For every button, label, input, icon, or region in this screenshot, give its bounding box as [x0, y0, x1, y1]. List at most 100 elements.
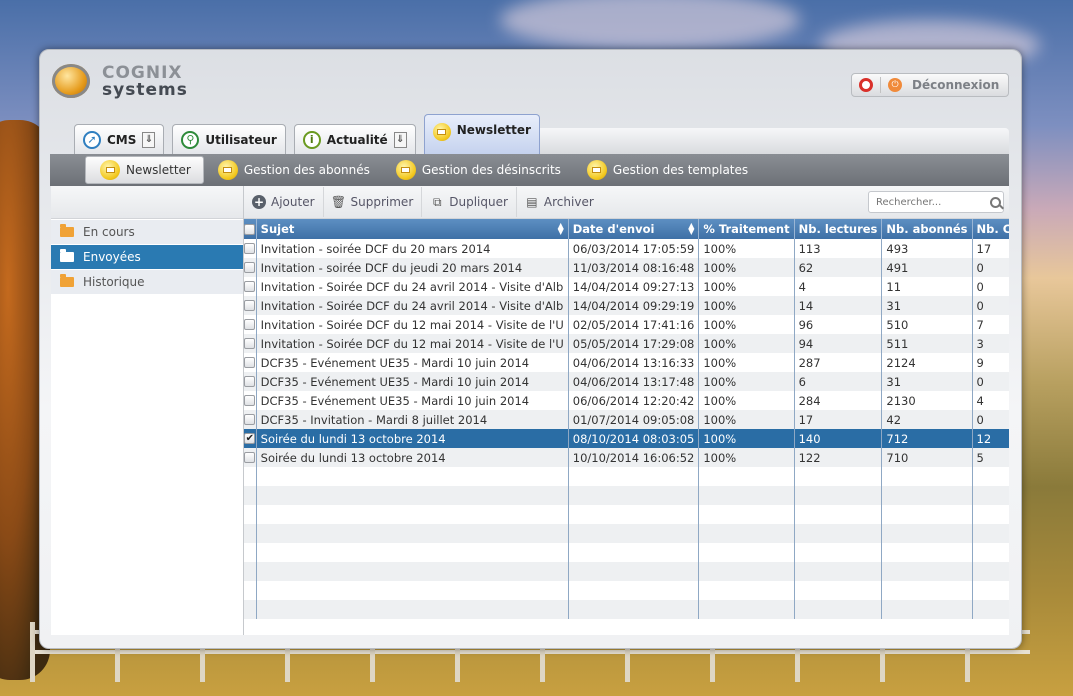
- empty-row: [244, 581, 1009, 600]
- table-cell: 510: [881, 315, 973, 334]
- row-checkbox[interactable]: ✔: [244, 433, 256, 444]
- row-checkbox-cell[interactable]: [244, 448, 257, 467]
- select-all-header[interactable]: [244, 219, 257, 239]
- empty-row: [244, 562, 1009, 581]
- column-header-traitement[interactable]: % Traitement: [698, 219, 795, 239]
- tab-label: Actualité: [326, 132, 388, 147]
- tab-actualite[interactable]: i Actualité ⇓: [293, 124, 416, 154]
- delete-button[interactable]: 🗑 Supprimer: [324, 187, 423, 217]
- select-all-checkbox[interactable]: [244, 223, 256, 235]
- row-checkbox-cell[interactable]: [244, 277, 257, 296]
- row-checkbox-cell[interactable]: [244, 372, 257, 391]
- row-checkbox[interactable]: [244, 376, 256, 387]
- search-input[interactable]: [874, 195, 988, 209]
- row-checkbox[interactable]: [244, 338, 256, 349]
- empty-row: [244, 467, 1009, 486]
- table-row[interactable]: Soirée du lundi 13 octobre 2014 10/10/201…: [244, 448, 1009, 467]
- row-checkbox[interactable]: [244, 300, 256, 311]
- row-checkbox[interactable]: [244, 281, 256, 292]
- row-checkbox[interactable]: [244, 395, 256, 406]
- tab-cms[interactable]: ➚ CMS ⇓: [74, 124, 165, 154]
- table-cell: Invitation - Soirée DCF du 12 mai 2014 -…: [256, 315, 569, 334]
- archive-button[interactable]: ▤ Archiver: [517, 187, 602, 217]
- row-checkbox[interactable]: [244, 243, 256, 254]
- row-checkbox-cell[interactable]: [244, 315, 257, 334]
- tab-label: Newsletter: [456, 123, 531, 137]
- table-cell: Soirée du lundi 13 octobre 2014: [256, 448, 569, 467]
- table-cell: 100%: [698, 372, 795, 391]
- duplicate-button[interactable]: ⧉ Dupliquer: [422, 187, 517, 217]
- table-body: Invitation - soirée DCF du 20 mars 2014 0…: [244, 239, 1009, 619]
- folder-icon: [60, 224, 74, 237]
- envelope-icon: [432, 123, 451, 141]
- tab-newsletter[interactable]: Newsletter: [423, 114, 540, 154]
- search-icon[interactable]: [990, 196, 1001, 208]
- table-cell: 100%: [698, 353, 795, 372]
- table-row[interactable]: DCF35 - Evénement UE35 - Mardi 10 juin 2…: [244, 372, 1009, 391]
- row-checkbox-cell[interactable]: [244, 391, 257, 410]
- folder-open-icon: [60, 249, 74, 262]
- column-header-abonnes[interactable]: Nb. abonnés: [881, 219, 973, 239]
- subnav-gestion-abonnes[interactable]: Gestion des abonnés: [204, 156, 382, 184]
- table-cell: 01/07/2014 09:05:08: [568, 410, 700, 429]
- column-header-clic[interactable]: Nb. Clic: [972, 219, 1009, 239]
- table-cell: Invitation - Soirée DCF du 24 avril 2014…: [256, 277, 569, 296]
- sidebar-item-en-cours[interactable]: En cours: [51, 220, 243, 244]
- row-checkbox[interactable]: [244, 452, 256, 463]
- table-cell: 710: [881, 448, 973, 467]
- table-cell: 94: [794, 334, 883, 353]
- column-header-sujet[interactable]: Sujet ▲ ▼: [256, 219, 569, 239]
- table-cell: Soirée du lundi 13 octobre 2014: [256, 429, 569, 448]
- row-checkbox[interactable]: [244, 357, 256, 368]
- column-header-date[interactable]: Date d'envoi ▲ ▼: [568, 219, 700, 239]
- add-button[interactable]: + Ajouter: [244, 187, 324, 217]
- table-cell: 31: [881, 296, 973, 315]
- subnav-gestion-templates[interactable]: Gestion des templates: [573, 156, 760, 184]
- table-cell: 08/10/2014 08:03:05: [568, 429, 700, 448]
- table-cell: 4: [972, 391, 1009, 410]
- table-cell: 31: [881, 372, 973, 391]
- table-cell: 284: [794, 391, 883, 410]
- row-checkbox-cell[interactable]: [244, 410, 257, 429]
- sidebar-item-envoyees[interactable]: Envoyées: [51, 245, 243, 269]
- download-arrow-icon[interactable]: ⇓: [393, 131, 407, 148]
- row-checkbox[interactable]: [244, 262, 256, 273]
- subnav-newsletter[interactable]: Newsletter: [85, 156, 204, 184]
- table-row[interactable]: DCF35 - Evénement UE35 - Mardi 10 juin 2…: [244, 391, 1009, 410]
- row-checkbox-cell[interactable]: [244, 239, 257, 258]
- sort-arrows-icon[interactable]: ▲ ▼: [558, 222, 564, 236]
- row-checkbox[interactable]: [244, 319, 256, 330]
- logout-button[interactable]: ⏻ Déconnexion: [851, 73, 1009, 97]
- sort-arrows-icon[interactable]: ▲ ▼: [688, 222, 694, 236]
- table-row[interactable]: DCF35 - Evénement UE35 - Mardi 10 juin 2…: [244, 353, 1009, 372]
- row-checkbox-cell[interactable]: [244, 353, 257, 372]
- table-cell: 10/10/2014 16:06:52: [568, 448, 700, 467]
- table-row[interactable]: ✔ Soirée du lundi 13 octobre 2014 08/10/20…: [244, 429, 1009, 448]
- table-cell: 14/04/2014 09:29:19: [568, 296, 700, 315]
- tab-utilisateur[interactable]: ⚲ Utilisateur: [172, 124, 286, 154]
- table-row[interactable]: DCF35 - Invitation - Mardi 8 juillet 201…: [244, 410, 1009, 429]
- sidebar-item-historique[interactable]: Historique: [51, 270, 243, 294]
- table-cell: 100%: [698, 239, 795, 258]
- table-cell: 493: [881, 239, 973, 258]
- download-arrow-icon[interactable]: ⇓: [142, 131, 156, 148]
- row-checkbox-cell[interactable]: [244, 296, 257, 315]
- table-cell: 04/06/2014 13:17:48: [568, 372, 700, 391]
- table-row[interactable]: Invitation - Soirée DCF du 12 mai 2014 -…: [244, 315, 1009, 334]
- table-cell: 0: [972, 410, 1009, 429]
- row-checkbox-cell[interactable]: ✔: [244, 429, 257, 448]
- table-row[interactable]: Invitation - Soirée DCF du 24 avril 2014…: [244, 296, 1009, 315]
- logout-separator: [880, 77, 881, 93]
- table-row[interactable]: Invitation - soirée DCF du jeudi 20 mars…: [244, 258, 1009, 277]
- subnav-gestion-desinscrits[interactable]: Gestion des désinscrits: [382, 156, 573, 184]
- row-checkbox-cell[interactable]: [244, 334, 257, 353]
- help-lifebuoy-icon[interactable]: [859, 78, 873, 92]
- column-header-lectures[interactable]: Nb. lectures: [794, 219, 883, 239]
- row-checkbox-cell[interactable]: [244, 258, 257, 277]
- folder-icon: [60, 274, 74, 287]
- table-row[interactable]: Invitation - Soirée DCF du 24 avril 2014…: [244, 277, 1009, 296]
- table-row[interactable]: Invitation - Soirée DCF du 12 mai 2014 -…: [244, 334, 1009, 353]
- table-cell: Invitation - soirée DCF du jeudi 20 mars…: [256, 258, 569, 277]
- row-checkbox[interactable]: [244, 414, 256, 425]
- table-row[interactable]: Invitation - soirée DCF du 20 mars 2014 0…: [244, 239, 1009, 258]
